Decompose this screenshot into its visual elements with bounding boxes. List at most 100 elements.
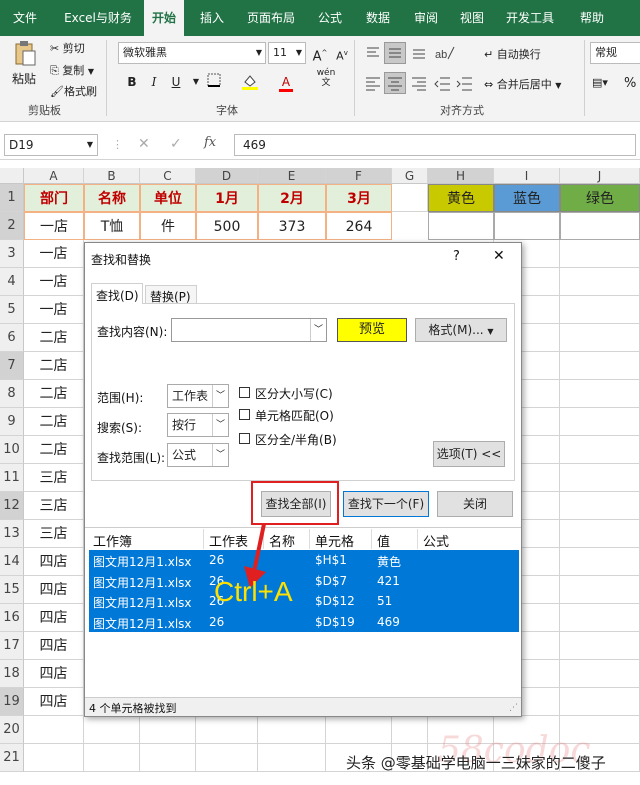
look-in-select[interactable]: 公式 ﹀ [167,443,229,467]
cell-empty[interactable] [560,604,640,632]
match-case-checkbox[interactable] [239,387,250,398]
result-cell[interactable]: 图文用12月1.xlsx [93,615,192,632]
cell-empty[interactable] [140,744,196,772]
cell-store[interactable]: 一店 [24,296,84,324]
cell-blue[interactable]: 蓝色 [494,184,560,212]
cell-store[interactable]: 二店 [24,436,84,464]
row-header-16[interactable]: 16 [0,604,24,632]
percent-button[interactable]: % [624,76,636,91]
align-right-icon[interactable] [410,74,428,95]
indent-decrease-icon[interactable] [434,74,452,95]
row-header-9[interactable]: 9 [0,408,24,436]
select-all-corner[interactable] [0,168,24,184]
result-cell[interactable]: 黄色 [377,553,401,570]
format-painter-button[interactable]: 🖌格式刷 [50,83,97,99]
cell-empty[interactable] [24,744,84,772]
result-cell[interactable]: 26 [209,553,224,567]
cell-empty[interactable] [560,380,640,408]
cell-empty[interactable] [560,576,640,604]
cell-empty[interactable] [24,716,84,744]
number-format-select[interactable]: 常规 [590,42,640,64]
format-button[interactable]: 格式(M)... ▼ [415,318,507,342]
find-next-button[interactable]: 查找下一个(F) [343,491,429,517]
row-header-13[interactable]: 13 [0,520,24,548]
cell-data[interactable]: 373 [258,212,326,240]
result-cell[interactable]: 26 [209,615,224,629]
row-header-6[interactable]: 6 [0,324,24,352]
row-header-7[interactable]: 7 [0,352,24,380]
row-header-19[interactable]: 19 [0,688,24,716]
copy-button[interactable]: ⎘ 复制 ▼ [50,62,94,78]
indent-increase-icon[interactable] [456,74,474,95]
row-header-15[interactable]: 15 [0,576,24,604]
cell-store[interactable]: 四店 [24,632,84,660]
row-header-4[interactable]: 4 [0,268,24,296]
tab-help[interactable]: 帮助 [570,0,614,36]
cell-header[interactable]: 3月 [326,184,392,212]
column-header-g[interactable]: G [392,168,428,184]
column-header-d[interactable]: D [196,168,258,184]
cell-store[interactable]: 一店 [24,268,84,296]
row-header-17[interactable]: 17 [0,632,24,660]
result-col-cell[interactable]: 单元格 [315,531,354,550]
cell-empty[interactable] [560,352,640,380]
formula-input[interactable]: 469 [234,134,636,156]
cell-empty[interactable] [560,408,640,436]
cell-header[interactable]: 单位 [140,184,196,212]
resize-grip-icon[interactable]: ⋰ [509,703,518,713]
tab-insert[interactable]: 插入 [190,0,234,36]
chevron-down-icon[interactable]: ▼ [186,72,206,92]
cell-empty[interactable] [258,716,326,744]
row-header-12[interactable]: 12 [0,492,24,520]
row-header-20[interactable]: 20 [0,716,24,744]
dialog-close-icon[interactable]: ✕ [493,248,505,264]
cell-empty[interactable] [326,716,392,744]
cell-empty[interactable] [560,240,640,268]
cell-store[interactable]: 四店 [24,660,84,688]
cell-store[interactable]: 三店 [24,520,84,548]
tab-data[interactable]: 数据 [356,0,400,36]
column-header-c[interactable]: C [140,168,196,184]
cell-store[interactable]: 三店 [24,464,84,492]
result-cell[interactable]: 421 [377,574,400,588]
fill-color-icon[interactable] [240,72,260,92]
tab-file[interactable]: 文件 [0,0,50,36]
cell-empty[interactable] [560,268,640,296]
tab-developer[interactable]: 开发工具 [498,0,562,36]
cell-store[interactable]: 二店 [24,408,84,436]
merge-center-button[interactable]: ⇔ 合并后居中 ▼ [484,76,561,92]
column-header-i[interactable]: I [494,168,560,184]
cell-store[interactable]: 四店 [24,688,84,716]
column-header-j[interactable]: J [560,168,640,184]
borders-icon[interactable] [204,72,224,92]
find-what-input[interactable]: ﹀ [171,318,327,342]
column-header-b[interactable]: B [84,168,140,184]
result-cell[interactable]: $D$12 [315,594,355,608]
result-cell[interactable]: $D$19 [315,615,355,629]
row-header-2[interactable]: 2 [0,212,24,240]
align-bottom-icon[interactable] [410,44,428,65]
result-cell[interactable]: 图文用12月1.xlsx [93,574,192,591]
column-header-h[interactable]: H [428,168,494,184]
font-name-select[interactable]: 微软雅黑 ▼ [118,42,266,64]
cell-empty[interactable] [84,744,140,772]
row-header-14[interactable]: 14 [0,548,24,576]
result-cell[interactable]: 图文用12月1.xlsx [93,594,192,611]
column-header-e[interactable]: E [258,168,326,184]
cell-store[interactable]: 一店 [24,240,84,268]
tab-review[interactable]: 审阅 [404,0,448,36]
name-box[interactable]: D19 ▼ [4,134,98,156]
result-cell[interactable]: $D$7 [315,574,347,588]
search-order-select[interactable]: 按行 ﹀ [167,413,229,437]
row-header-11[interactable]: 11 [0,464,24,492]
cell-empty[interactable] [560,520,640,548]
result-col-value[interactable]: 值 [377,531,390,550]
cell-yellow[interactable]: 黄色 [428,184,494,212]
cell-store[interactable]: 四店 [24,576,84,604]
cell-header[interactable]: 名称 [84,184,140,212]
column-header-f[interactable]: F [326,168,392,184]
cell-empty[interactable] [428,212,494,240]
cell-empty[interactable] [560,212,640,240]
cell-data[interactable]: 一店 [24,212,84,240]
cell-data[interactable]: 500 [196,212,258,240]
